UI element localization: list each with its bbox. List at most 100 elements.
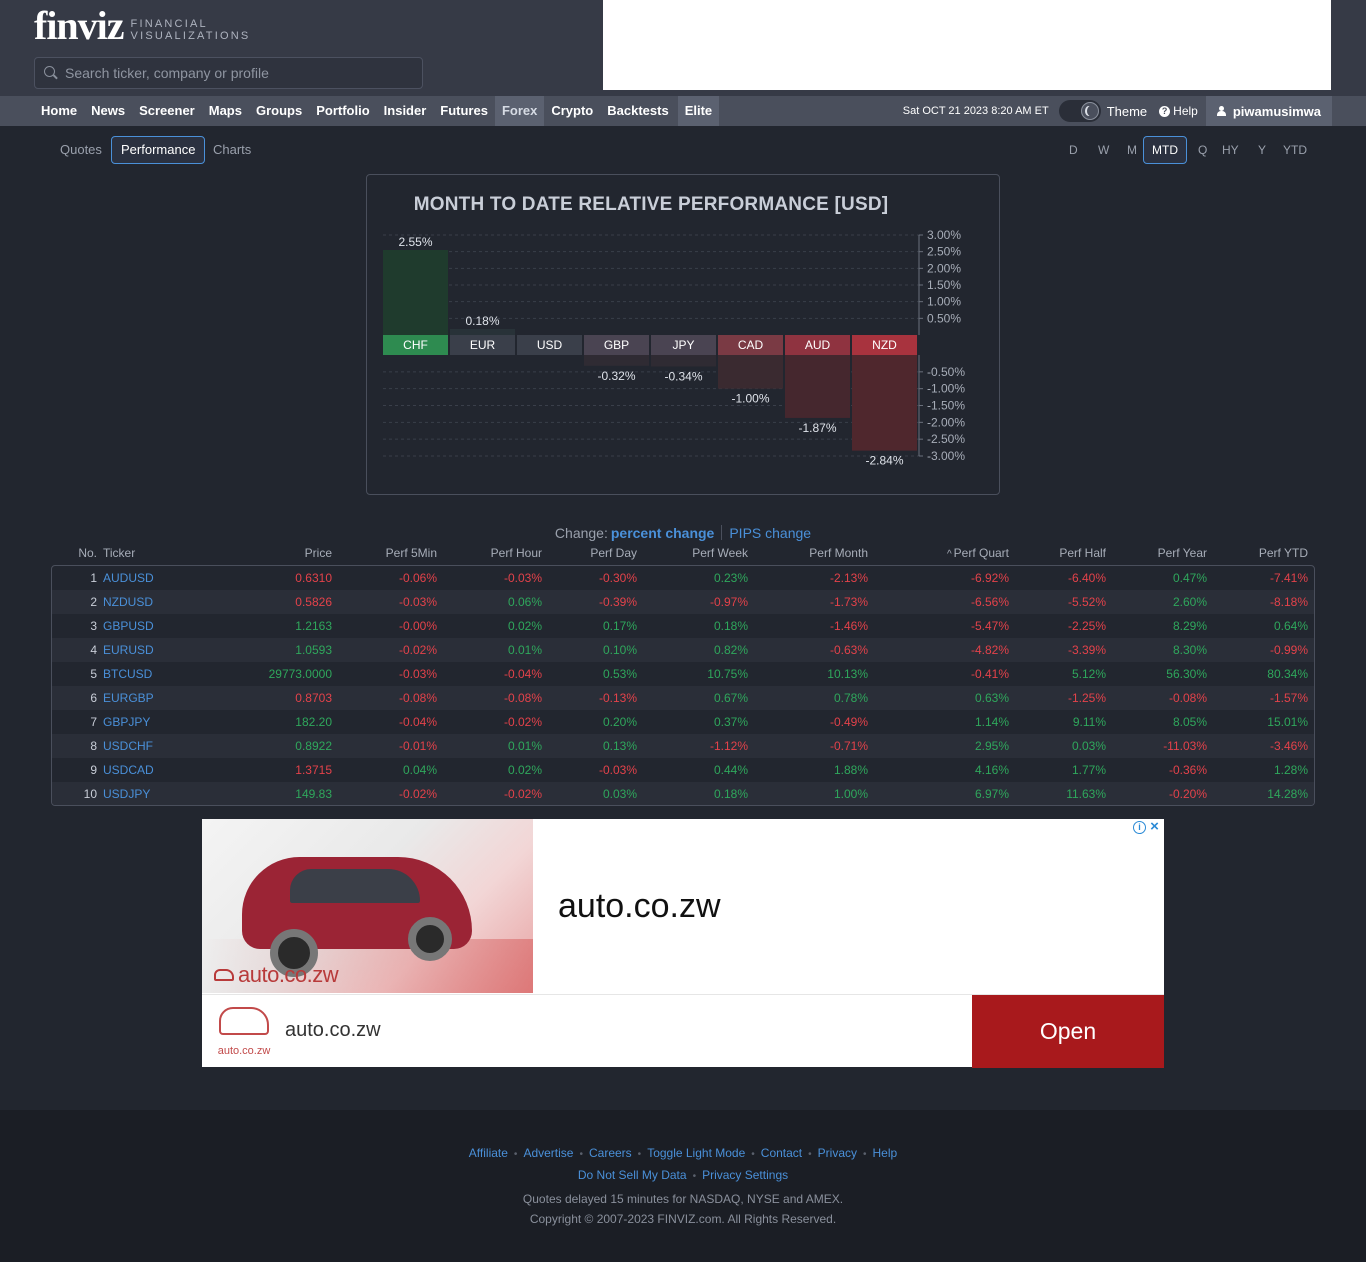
nav-items: Home News Screener Maps Groups Portfolio Insid… — [34, 96, 720, 126]
row-number: 6 — [90, 691, 97, 705]
tab-charts[interactable]: Charts — [204, 136, 260, 164]
nav-item-forex[interactable]: Forex — [494, 96, 545, 126]
ticker-link[interactable]: GBPJPY — [103, 710, 150, 734]
ad-headline[interactable]: auto.co.zw — [558, 887, 721, 926]
value-label-gbp: -0.32% — [597, 369, 635, 383]
table-header: No. Ticker Price Perf 5Min Perf Hour Perf Day… — [51, 546, 1315, 564]
period-m[interactable]: M — [1119, 136, 1145, 164]
nav-item-crypto[interactable]: Crypto — [544, 96, 600, 126]
theme-label[interactable]: Theme — [1107, 104, 1147, 119]
pips-change-option[interactable]: PIPS change — [729, 525, 811, 541]
nav-item-maps[interactable]: Maps — [202, 96, 249, 126]
ticker-link[interactable]: NZDUSD — [103, 590, 153, 614]
user-menu[interactable]: piwamusimwa — [1205, 96, 1332, 126]
ticker-link[interactable]: USDCHF — [103, 734, 153, 758]
footer-link-privacy-settings[interactable]: Privacy Settings — [702, 1168, 788, 1182]
car-window — [290, 869, 420, 903]
footer-link-careers[interactable]: Careers — [589, 1146, 632, 1160]
ad-car-image[interactable]: auto.co.zw — [202, 819, 533, 993]
cell-pytd: -8.18% — [1269, 595, 1308, 609]
footer-link-toggle-light-mode[interactable]: Toggle Light Mode — [647, 1146, 745, 1160]
table-row[interactable]: 7 GBPJPY 182.20 -0.04% -0.02% 0.20% 0.37% -0.49… — [52, 710, 1314, 734]
table-row[interactable]: 1 AUDUSD 0.6310 -0.06% -0.03% -0.30% 0.23% -2.1… — [52, 566, 1314, 590]
footer-link-do-not-sell-my-data[interactable]: Do Not Sell My Data — [578, 1168, 687, 1182]
nav-item-home[interactable]: Home — [34, 96, 84, 126]
nav-item-portfolio[interactable]: Portfolio — [309, 96, 376, 126]
table-row[interactable]: 9 USDCAD 1.3715 0.04% 0.02% -0.03% 0.44% 1.88% 4… — [52, 758, 1314, 782]
help-link[interactable]: ? Help — [1159, 104, 1198, 118]
period-mtd[interactable]: MTD — [1143, 136, 1187, 164]
ad-domain[interactable]: auto.co.zw — [285, 1019, 381, 1042]
col-header-perf-quart[interactable]: ^ Perf Quart — [947, 546, 1009, 560]
nav-item-groups[interactable]: Groups — [249, 96, 309, 126]
footer-link-privacy[interactable]: Privacy — [818, 1146, 857, 1160]
cell-pq: -0.41% — [970, 667, 1009, 681]
nav-item-news[interactable]: News — [84, 96, 132, 126]
table-row[interactable]: 4 EURUSD 1.0593 -0.02% 0.01% 0.10% 0.82% -0.63%… — [52, 638, 1314, 662]
nav-item-backtests[interactable]: Backtests — [600, 96, 675, 126]
table-row[interactable]: 5 BTCUSD 29773.0000 -0.03% -0.04% 0.53% 10.75%… — [52, 662, 1314, 686]
nav-item-insider[interactable]: Insider — [377, 96, 434, 126]
table-row[interactable]: 10 USDJPY 149.83 -0.02% -0.02% 0.03% 0.18% 1.00… — [52, 782, 1314, 805]
percent-change-option[interactable]: percent change — [611, 525, 714, 541]
period-ytd[interactable]: YTD — [1275, 136, 1315, 164]
row-number: 7 — [90, 715, 97, 729]
col-header-perf-day[interactable]: Perf Day — [590, 546, 637, 560]
period-d[interactable]: D — [1061, 136, 1086, 164]
table-row[interactable]: 3 GBPUSD 1.2163 -0.00% 0.02% 0.17% 0.18% -1.46%… — [52, 614, 1314, 638]
col-header-perf-year[interactable]: Perf Year — [1158, 546, 1207, 560]
top-ad-banner[interactable] — [603, 0, 1331, 90]
ad-bottom-bar: auto.co.zw auto.co.zw Open — [202, 994, 1164, 1068]
ad-open-button[interactable]: Open — [972, 995, 1164, 1068]
cell-pw: 0.82% — [713, 643, 748, 657]
ticker-link[interactable]: EURUSD — [103, 638, 154, 662]
col-header-no[interactable]: No. — [78, 546, 97, 560]
search-box[interactable] — [34, 57, 423, 89]
cell-pytd: -1.57% — [1269, 691, 1308, 705]
table-row[interactable]: 2 NZDUSD 0.5826 -0.03% 0.06% -0.39% -0.97% -1.7… — [52, 590, 1314, 614]
ticker-link[interactable]: BTCUSD — [103, 662, 152, 686]
footer-link-contact[interactable]: Contact — [761, 1146, 802, 1160]
tab-performance[interactable]: Performance — [111, 136, 206, 164]
col-header-perf-half[interactable]: Perf Half — [1059, 546, 1106, 560]
col-header-perf-week[interactable]: Perf Week — [692, 546, 748, 560]
table-row[interactable]: 8 USDCHF 0.8922 -0.01% 0.01% 0.13% -1.12% -0.71… — [52, 734, 1314, 758]
footer-link-affiliate[interactable]: Affiliate — [469, 1146, 508, 1160]
ticker-link[interactable]: GBPUSD — [103, 614, 154, 638]
search-input[interactable] — [65, 58, 415, 88]
cell-p5: -0.02% — [398, 643, 437, 657]
auto-ad[interactable]: auto.co.zw auto.co.zw i × auto.co.zw aut… — [202, 819, 1164, 1068]
ad-logo[interactable]: auto.co.zw — [213, 1003, 275, 1059]
table-row[interactable]: 6 EURGBP 0.8703 -0.08% -0.08% -0.13% 0.67% 0.78… — [52, 686, 1314, 710]
period-q[interactable]: Q — [1190, 136, 1215, 164]
period-y[interactable]: Y — [1250, 136, 1274, 164]
y-tick-label: 2.50% — [927, 245, 961, 259]
finviz-logo[interactable]: finviz FINANCIAL VISUALIZATIONS — [34, 6, 250, 46]
tab-quotes[interactable]: Quotes — [51, 136, 111, 164]
ticker-link[interactable]: AUDUSD — [103, 566, 154, 590]
nav-item-futures[interactable]: Futures — [433, 96, 495, 126]
y-tick-label: -1.50% — [927, 399, 965, 413]
cell-pw: -1.12% — [709, 739, 748, 753]
ticker-link[interactable]: EURGBP — [103, 686, 154, 710]
cell-pd: -0.03% — [598, 763, 637, 777]
period-hy[interactable]: HY — [1214, 136, 1247, 164]
col-header-perf-5min[interactable]: Perf 5Min — [386, 546, 437, 560]
ticker-link[interactable]: USDCAD — [103, 758, 154, 782]
ticker-link[interactable]: USDJPY — [103, 782, 150, 805]
footer-link-help[interactable]: Help — [873, 1146, 898, 1160]
cell-pd: -0.39% — [598, 595, 637, 609]
nav-item-screener[interactable]: Screener — [132, 96, 202, 126]
theme-toggle[interactable] — [1058, 100, 1101, 122]
col-header-price[interactable]: Price — [305, 546, 332, 560]
ad-info-icon[interactable]: i — [1133, 821, 1146, 834]
footer-link-advertise[interactable]: Advertise — [523, 1146, 573, 1160]
nav-item-elite[interactable]: Elite — [677, 96, 720, 126]
col-header-perf-ytd[interactable]: Perf YTD — [1259, 546, 1308, 560]
col-header-ticker[interactable]: Ticker — [103, 546, 135, 560]
ad-close-icon[interactable]: × — [1148, 819, 1161, 834]
period-w[interactable]: W — [1090, 136, 1117, 164]
col-header-perf-hour[interactable]: Perf Hour — [491, 546, 542, 560]
row-number: 2 — [90, 595, 97, 609]
col-header-perf-month[interactable]: Perf Month — [809, 546, 868, 560]
